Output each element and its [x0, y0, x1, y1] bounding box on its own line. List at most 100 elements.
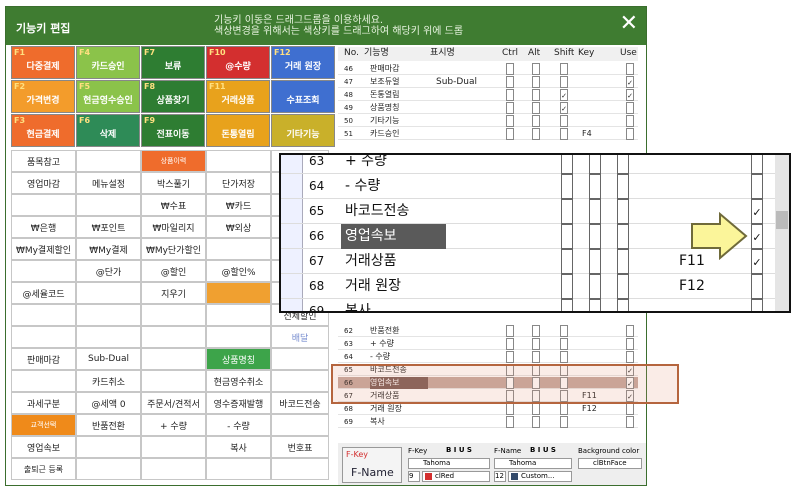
- layout-cell[interactable]: ₩수표: [141, 194, 206, 216]
- layout-cell[interactable]: @할인%: [206, 260, 271, 282]
- grid-row[interactable]: 50 기타기능: [338, 115, 638, 127]
- fkey-style-buttons[interactable]: B I U S: [446, 446, 472, 454]
- layout-cell[interactable]: 복사: [206, 436, 271, 458]
- use-checkbox[interactable]: [626, 128, 634, 140]
- layout-cell[interactable]: [271, 348, 329, 370]
- layout-cell[interactable]: [206, 458, 271, 480]
- layout-cell[interactable]: [206, 282, 271, 304]
- shift-checkbox[interactable]: [560, 325, 568, 337]
- shift-checkbox[interactable]: ✓: [560, 102, 568, 114]
- grid-row[interactable]: 51 카드승인 F4: [338, 128, 638, 140]
- layout-cell[interactable]: [271, 458, 329, 480]
- zoom-checkbox[interactable]: [589, 274, 601, 299]
- layout-cell[interactable]: [11, 194, 76, 216]
- layout-cell[interactable]: 단가저장: [206, 172, 271, 194]
- checkbox[interactable]: [506, 115, 514, 127]
- zoom-checkbox[interactable]: [561, 299, 573, 311]
- zoom-checkbox[interactable]: [561, 174, 573, 199]
- use-checkbox[interactable]: [626, 403, 634, 415]
- layout-cell[interactable]: [76, 150, 141, 172]
- layout-cell[interactable]: @세액 0: [76, 392, 141, 414]
- checkbox[interactable]: [506, 351, 514, 363]
- layout-cell[interactable]: [141, 458, 206, 480]
- use-checkbox[interactable]: [626, 325, 634, 337]
- fkey-color-select[interactable]: clRed: [422, 471, 490, 482]
- layout-cell[interactable]: Sub-Dual: [76, 348, 141, 370]
- layout-cell[interactable]: [141, 370, 206, 392]
- layout-cell[interactable]: ₩은행: [11, 216, 76, 238]
- fkey-button[interactable]: F2 가격변경: [11, 80, 75, 113]
- layout-cell[interactable]: [11, 326, 76, 348]
- zoom-scroll-thumb[interactable]: [776, 211, 788, 229]
- zoom-checkbox[interactable]: [617, 155, 629, 174]
- zoom-checkbox[interactable]: [617, 174, 629, 199]
- use-checkbox[interactable]: ✓: [626, 76, 634, 88]
- fkey-button[interactable]: F8 상품찾기: [141, 80, 205, 113]
- layout-cell[interactable]: [271, 414, 329, 436]
- zoom-checkbox[interactable]: [589, 155, 601, 174]
- zoom-checkbox[interactable]: [561, 274, 573, 299]
- shift-checkbox[interactable]: [560, 115, 568, 127]
- layout-cell[interactable]: [271, 370, 329, 392]
- layout-cell[interactable]: [76, 304, 141, 326]
- zoom-checkbox[interactable]: [617, 249, 629, 274]
- fkey-button[interactable]: F11 거래상품: [206, 80, 270, 113]
- layout-cell[interactable]: 영수증재발행: [206, 392, 271, 414]
- fkey-button[interactable]: F4 카드승인: [76, 46, 140, 79]
- preview-button[interactable]: F-Key F-Name: [342, 447, 402, 483]
- grid-row[interactable]: 49 상품명칭 ✓: [338, 102, 638, 114]
- checkbox[interactable]: [532, 128, 540, 140]
- zoom-checkbox[interactable]: [561, 249, 573, 274]
- shift-checkbox[interactable]: [560, 351, 568, 363]
- zoom-checkbox[interactable]: [589, 299, 601, 311]
- grid-row[interactable]: 64 - 수량: [338, 351, 638, 363]
- fname-size-select[interactable]: 12: [494, 471, 506, 482]
- shift-checkbox[interactable]: [560, 403, 568, 415]
- layout-cell[interactable]: [206, 238, 271, 260]
- checkbox[interactable]: [506, 416, 514, 428]
- layout-cell[interactable]: 판매마감: [11, 348, 76, 370]
- use-checkbox[interactable]: [626, 115, 634, 127]
- checkbox[interactable]: [532, 89, 540, 101]
- zoom-checkbox[interactable]: [561, 199, 573, 224]
- fkey-button[interactable]: F6 삭제: [76, 114, 140, 147]
- fname-style-buttons[interactable]: B I U S: [530, 446, 556, 454]
- grid-row[interactable]: 63 + 수량: [338, 338, 638, 350]
- zoom-checkbox[interactable]: [589, 199, 601, 224]
- layout-cell[interactable]: 박스풀기: [141, 172, 206, 194]
- checkbox[interactable]: [532, 416, 540, 428]
- layout-cell[interactable]: ₩카드: [206, 194, 271, 216]
- layout-cell[interactable]: [11, 304, 76, 326]
- grid-row[interactable]: 46 판매마감: [338, 63, 638, 75]
- use-checkbox[interactable]: [626, 338, 634, 350]
- zoom-scrollbar[interactable]: [775, 155, 789, 311]
- layout-cell[interactable]: [206, 150, 271, 172]
- shift-checkbox[interactable]: [560, 76, 568, 88]
- layout-cell[interactable]: ₩마일리지: [141, 216, 206, 238]
- checkbox[interactable]: [532, 351, 540, 363]
- fkey-button[interactable]: 수표조회: [271, 80, 335, 113]
- fkey-button[interactable]: 기타기능: [271, 114, 335, 147]
- zoom-use-checkbox[interactable]: [751, 299, 763, 311]
- zoom-use-checkbox[interactable]: ✓: [751, 249, 763, 274]
- layout-cell[interactable]: 교객선택: [11, 414, 76, 436]
- zoom-checkbox[interactable]: [617, 224, 629, 249]
- zoom-use-checkbox[interactable]: [751, 174, 763, 199]
- grid-row[interactable]: 47 보조듀얼 Sub-Dual ✓: [338, 76, 638, 88]
- layout-cell[interactable]: 영업마감: [11, 172, 76, 194]
- zoom-checkbox[interactable]: [617, 199, 629, 224]
- zoom-use-checkbox[interactable]: [751, 274, 763, 299]
- shift-checkbox[interactable]: [560, 338, 568, 350]
- checkbox[interactable]: [532, 102, 540, 114]
- layout-cell[interactable]: 영업속보: [11, 436, 76, 458]
- layout-cell[interactable]: 번호표: [271, 436, 329, 458]
- layout-cell[interactable]: ₩My결제: [76, 238, 141, 260]
- zoom-row[interactable]: 68 거래 원장 F12: [281, 274, 789, 299]
- checkbox[interactable]: [506, 338, 514, 350]
- zoom-use-checkbox[interactable]: ✓: [751, 224, 763, 249]
- checkbox[interactable]: [506, 63, 514, 75]
- zoom-checkbox[interactable]: [589, 224, 601, 249]
- layout-cell[interactable]: [206, 304, 271, 326]
- fkey-button[interactable]: F9 전표이동: [141, 114, 205, 147]
- checkbox[interactable]: [532, 403, 540, 415]
